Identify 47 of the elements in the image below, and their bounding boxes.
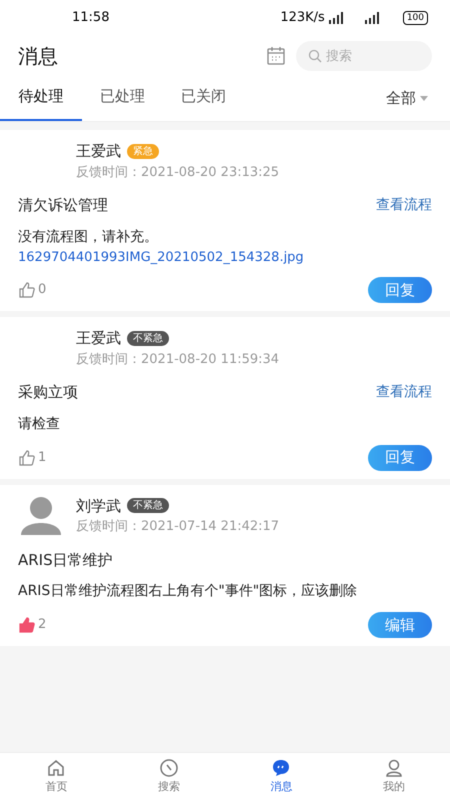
action-button[interactable]: 回复 [368, 444, 432, 470]
battery-indicator: 100 [402, 11, 428, 25]
view-flow-link[interactable]: 查看流程 [376, 194, 432, 216]
feedback-time: 反馈时间：2021-07-14 21:42:17 [76, 518, 280, 536]
home-icon [46, 758, 66, 778]
network-speed: 123K/s [280, 9, 325, 28]
calendar-icon[interactable] [266, 46, 286, 66]
action-button[interactable]: 编辑 [368, 612, 432, 638]
chat-icon [271, 758, 292, 778]
message-body: ARIS日常维护流程图右上角有个"事件"图标，应该删除 [18, 582, 358, 601]
message-title: 采购立项 [18, 382, 78, 403]
message-title: 清欠诉讼管理 [18, 195, 108, 216]
nav-tab[interactable]: 消息 [225, 753, 338, 800]
feedback-time: 反馈时间：2021-08-20 11:59:34 [76, 350, 280, 368]
message-title: ARIS日常维护 [18, 550, 113, 570]
tab[interactable]: 已关闭 [163, 76, 244, 121]
search-field[interactable]: 搜索 [296, 41, 432, 71]
like-count: 0 [38, 281, 46, 300]
thumbs-up-icon[interactable] [18, 616, 36, 634]
tab[interactable]: 已处理 [82, 76, 163, 121]
attachment-link[interactable]: 1629704401993IMG_20210502_154328.jpg [18, 248, 432, 267]
thumbs-up-icon[interactable] [18, 448, 36, 466]
tab[interactable]: 待处理 [0, 76, 82, 121]
user-name: 王爱武 [76, 141, 121, 162]
action-button[interactable]: 回复 [368, 277, 432, 303]
message-body: 请检查 [18, 414, 61, 434]
thumbs-up-icon[interactable] [18, 281, 36, 299]
compass-icon [158, 758, 179, 778]
nav-tab[interactable]: 首页 [0, 753, 112, 800]
view-flow-link[interactable]: 查看流程 [376, 382, 432, 403]
caret-icon [420, 96, 428, 101]
page-title: 消息 [18, 43, 59, 70]
user-name: 王爱武 [76, 328, 121, 349]
nav-tab[interactable]: 我的 [338, 753, 450, 800]
priority-tag: 紧急 [127, 144, 159, 159]
user-icon [384, 758, 404, 778]
nav-tab[interactable]: 搜索 [112, 753, 225, 800]
priority-tag: 不紧急 [127, 330, 169, 346]
priority-tag: 不紧急 [127, 498, 169, 514]
like-count: 1 [38, 448, 46, 467]
like-count: 2 [38, 616, 46, 634]
message-body: 没有流程图，请补充。 [18, 228, 159, 246]
search-icon [308, 49, 322, 63]
filter-dropdown[interactable]: 全部 [386, 76, 450, 121]
feedback-time: 反馈时间：2021-08-20 23:13:25 [76, 164, 280, 182]
status-time: 11:58 [72, 9, 110, 28]
user-name: 刘学武 [76, 496, 121, 516]
